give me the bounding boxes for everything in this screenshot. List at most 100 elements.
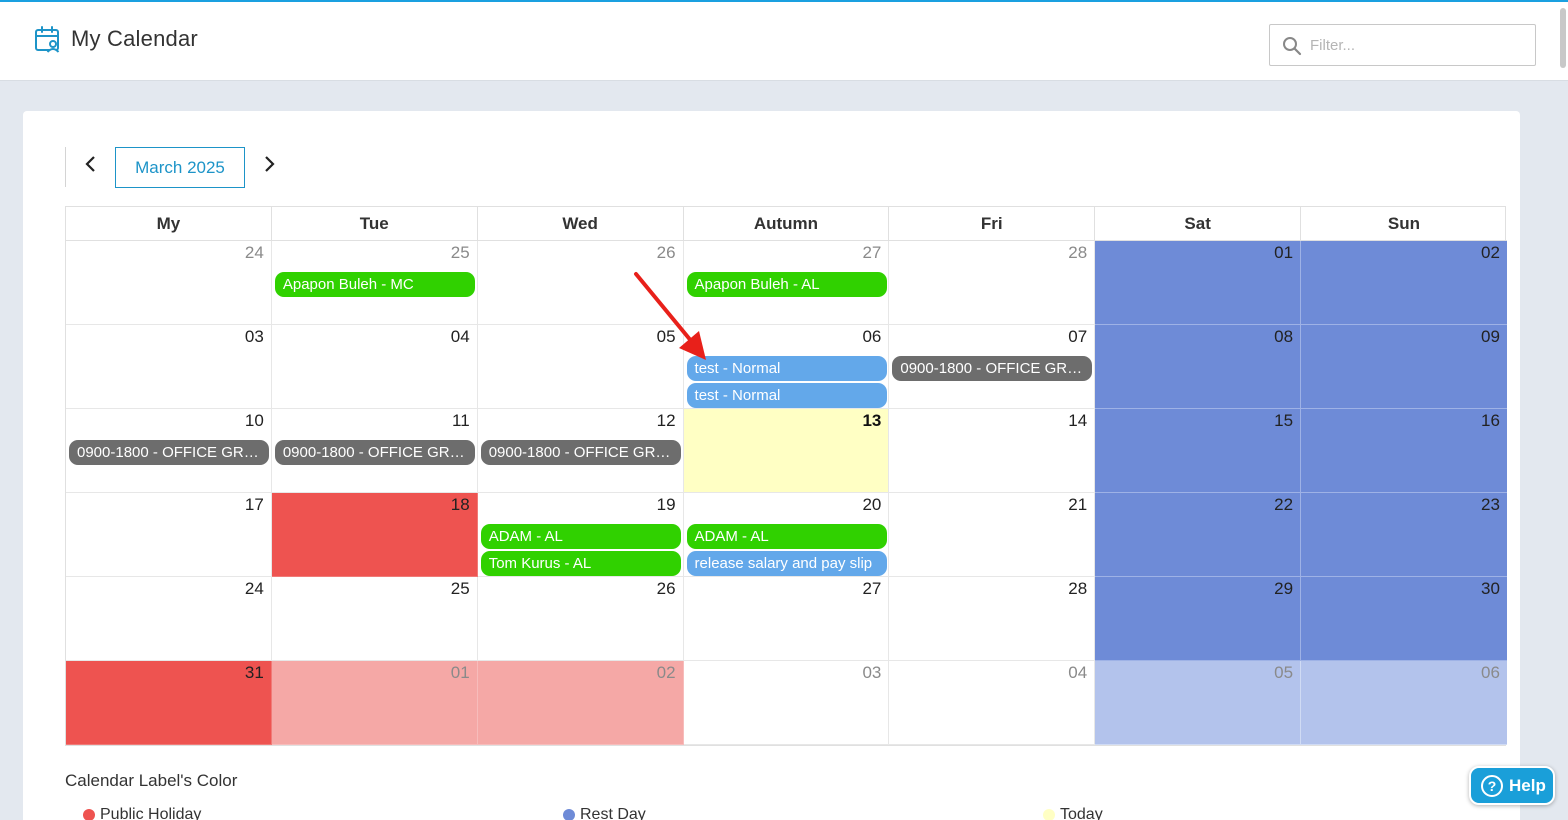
- day-cell[interactable]: 27 Apapon Buleh - AL: [683, 241, 890, 325]
- week-row: 03 04 05 06 test - Normal test - Normal 07 0900…: [66, 325, 1507, 409]
- legend-color-dot: [563, 809, 575, 820]
- day-number: 17: [244, 495, 264, 514]
- calendar-event[interactable]: Apapon Buleh - MC: [274, 272, 475, 297]
- day-cell[interactable]: 24: [66, 577, 272, 661]
- day-number: 13: [862, 411, 882, 430]
- day-number: 27: [862, 579, 882, 598]
- day-cell[interactable]: 26: [477, 241, 684, 325]
- question-circle-icon: ?: [1481, 774, 1503, 797]
- page-scrollbar[interactable]: [1558, 0, 1568, 820]
- week-row: 24 25 Apapon Buleh - MC 26 27 Apapon Buleh - …: [66, 241, 1507, 325]
- day-cell[interactable]: 15: [1095, 409, 1302, 493]
- day-cell[interactable]: 02: [1301, 241, 1507, 325]
- day-number: 25: [450, 243, 470, 262]
- day-cell[interactable]: 18: [271, 493, 478, 577]
- day-cell[interactable]: 01: [271, 661, 478, 745]
- day-cell[interactable]: 11 0900-1800 - OFFICE GROUP: [271, 409, 478, 493]
- day-cell[interactable]: 08: [1095, 325, 1302, 409]
- day-cell[interactable]: 07 0900-1800 - OFFICE GROUP: [889, 325, 1096, 409]
- nav-separator: [65, 147, 66, 187]
- day-cell[interactable]: 03: [683, 661, 890, 745]
- day-cell[interactable]: 28: [889, 577, 1096, 661]
- calendar-event[interactable]: 0900-1800 - OFFICE GROUP: [892, 356, 1093, 381]
- calendar-event[interactable]: Tom Kurus - AL: [480, 551, 681, 576]
- calendar-event[interactable]: test - Normal: [686, 383, 887, 408]
- calendar-user-icon: [35, 26, 60, 53]
- day-number: 14: [1068, 411, 1088, 430]
- day-number: 03: [862, 663, 882, 682]
- day-cell[interactable]: 22: [1095, 493, 1302, 577]
- day-cell[interactable]: 03: [66, 325, 272, 409]
- weekday-header: Sun: [1387, 214, 1421, 233]
- legend-color-dot: [83, 809, 95, 820]
- day-number: 06: [1480, 663, 1500, 682]
- day-cell[interactable]: 05: [1095, 661, 1302, 745]
- calendar-event[interactable]: 0900-1800 - OFFICE GROUP: [480, 440, 681, 465]
- day-cell[interactable]: 06 test - Normal test - Normal: [683, 325, 890, 409]
- day-number: 11: [452, 411, 470, 430]
- day-number: 22: [1274, 495, 1294, 514]
- week-row: 24 25 26 27 28 29 30: [66, 577, 1507, 661]
- day-number: 18: [450, 495, 470, 514]
- day-number: 04: [450, 327, 470, 346]
- day-cell[interactable]: 13: [683, 409, 890, 493]
- day-number: 01: [1274, 243, 1294, 262]
- day-cell[interactable]: 05: [477, 325, 684, 409]
- day-cell[interactable]: 29: [1095, 577, 1302, 661]
- day-cell[interactable]: 25 Apapon Buleh - MC: [271, 241, 478, 325]
- calendar-event[interactable]: ADAM - AL: [480, 524, 681, 549]
- day-cell[interactable]: 20 ADAM - AL release salary and pay slip: [683, 493, 890, 577]
- calendar-event[interactable]: release salary and pay slip: [686, 551, 887, 576]
- filter-box[interactable]: [1269, 24, 1536, 66]
- legend-title: Calendar Label's Color: [65, 771, 238, 790]
- week-row: 17 18 19 ADAM - AL Tom Kurus - AL 20 ADAM - AL…: [66, 493, 1507, 577]
- day-cell[interactable]: 24: [66, 241, 272, 325]
- day-cell[interactable]: 01: [1095, 241, 1302, 325]
- day-cell[interactable]: 04: [271, 325, 478, 409]
- day-cell[interactable]: 27: [683, 577, 890, 661]
- calendar-event[interactable]: 0900-1800 - OFFICE GROUP: [274, 440, 475, 465]
- help-button[interactable]: ? Help: [1469, 766, 1555, 805]
- day-cell[interactable]: 16: [1301, 409, 1507, 493]
- day-number: 05: [656, 327, 676, 346]
- day-number: 24: [244, 579, 264, 598]
- day-cell[interactable]: 28: [889, 241, 1096, 325]
- day-number: 08: [1274, 327, 1294, 346]
- filter-input[interactable]: [1310, 33, 1525, 57]
- day-number: 30: [1480, 579, 1500, 598]
- day-cell[interactable]: 10 0900-1800 - OFFICE GROUP: [66, 409, 272, 493]
- legend-label: Rest Day: [580, 806, 646, 820]
- legend-item: Today: [1043, 806, 1103, 820]
- day-cell[interactable]: 02: [477, 661, 684, 745]
- day-cell[interactable]: 31: [66, 661, 272, 745]
- chevron-left-icon: [85, 156, 95, 172]
- day-number: 24: [244, 243, 264, 262]
- day-cell[interactable]: 25: [271, 577, 478, 661]
- calendar-event[interactable]: 0900-1800 - OFFICE GROUP: [69, 440, 269, 465]
- day-cell[interactable]: 19 ADAM - AL Tom Kurus - AL: [477, 493, 684, 577]
- page-title: My Calendar: [71, 26, 198, 51]
- day-number: 28: [1068, 579, 1088, 598]
- day-number: 20: [862, 495, 882, 514]
- day-cell[interactable]: 12 0900-1800 - OFFICE GROUP: [477, 409, 684, 493]
- day-cell[interactable]: 26: [477, 577, 684, 661]
- day-cell[interactable]: 30: [1301, 577, 1507, 661]
- day-cell[interactable]: 14: [889, 409, 1096, 493]
- weekday-header: My: [66, 207, 272, 241]
- day-number: 16: [1480, 411, 1500, 430]
- day-number: 05: [1274, 663, 1294, 682]
- calendar-event[interactable]: Apapon Buleh - AL: [686, 272, 887, 297]
- prev-month-button[interactable]: [78, 150, 104, 178]
- calendar-event[interactable]: test - Normal: [686, 356, 887, 381]
- calendar-event[interactable]: ADAM - AL: [686, 524, 887, 549]
- legend-item: Rest Day: [563, 806, 646, 820]
- current-month-button[interactable]: March 2025: [115, 147, 245, 188]
- day-cell[interactable]: 04: [889, 661, 1096, 745]
- day-cell[interactable]: 23: [1301, 493, 1507, 577]
- day-cell[interactable]: 21: [889, 493, 1096, 577]
- day-cell[interactable]: 06: [1301, 661, 1507, 745]
- day-cell[interactable]: 09: [1301, 325, 1507, 409]
- next-month-button[interactable]: [256, 150, 282, 178]
- day-cell[interactable]: 17: [66, 493, 272, 577]
- scrollbar-thumb[interactable]: [1560, 8, 1566, 68]
